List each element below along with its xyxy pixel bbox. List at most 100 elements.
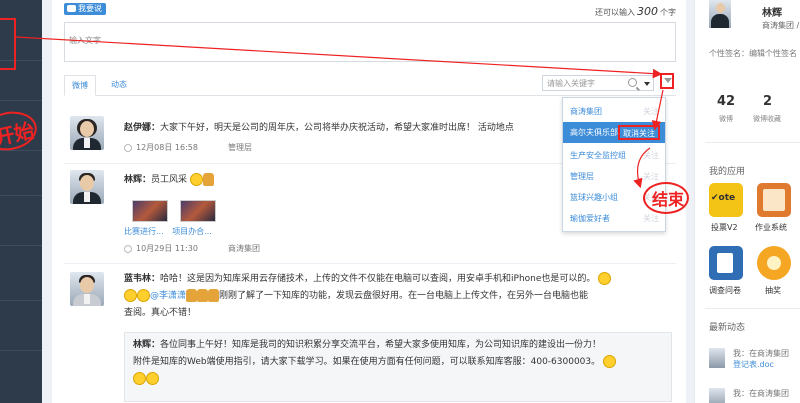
smile-emoji-icon: [124, 289, 137, 302]
feed-line: 蓝韦林：哈哈！这是因为知库采用云存储技术，上传的文件不仅能在电脑可以查阅，用安卓…: [124, 271, 666, 288]
feed-source[interactable]: 管理层: [228, 143, 252, 152]
photo-caption[interactable]: 项目办合...: [172, 227, 212, 236]
search-icon[interactable]: [628, 78, 637, 87]
dropdown-item[interactable]: 生产安全监控组 关注: [563, 145, 665, 166]
avatar-shirt: [84, 294, 90, 304]
survey-icon-page: [717, 253, 733, 273]
quote-author[interactable]: 林辉：: [133, 340, 160, 350]
feed-text: 员工风采: [151, 175, 188, 185]
search-input[interactable]: 请输入关键字: [542, 75, 654, 91]
news-link[interactable]: 登记表.doc: [733, 359, 789, 370]
follow-button[interactable]: 关注: [643, 101, 659, 122]
feed-meta: 10月29日 11:30 商涛集团: [124, 243, 260, 254]
quote-line: 林辉：各位同事上午好！知库是我司的知识积累分享交流平台，希望大家多使用知库，为公…: [133, 337, 663, 354]
filter-button[interactable]: [660, 73, 674, 89]
news-title: 最新动态: [709, 323, 746, 333]
app-label: 调查问卷: [709, 286, 741, 295]
avatar[interactable]: [70, 272, 104, 306]
avatar[interactable]: [709, 388, 725, 403]
avatar-face: [716, 3, 725, 13]
feed-content: 蓝韦林：哈哈！这是因为知库采用云存储技术，上传的文件不仅能在电脑可以查阅，用安卓…: [124, 271, 666, 322]
divider: [705, 308, 800, 309]
remaining-prefix: 还可以输入: [595, 8, 635, 17]
smile-emoji-icon: [137, 289, 150, 302]
homework-icon[interactable]: [757, 183, 791, 217]
avatar[interactable]: [70, 170, 104, 204]
photo-thumbnail[interactable]: [132, 200, 168, 222]
homework-icon-page: [763, 189, 785, 211]
avatar[interactable]: [709, 348, 725, 368]
profile-avatar[interactable]: [709, 0, 731, 28]
stat-value[interactable]: 2: [763, 94, 772, 109]
quote-line: 附件是知库的Web端使用指引，请大家下载学习。如果在使用方面有任何问题，可以联系…: [133, 354, 663, 371]
smile-emoji-icon: [133, 372, 146, 385]
lottery-icon-center: [767, 256, 781, 270]
follow-button[interactable]: 关注: [643, 145, 659, 166]
thumbs-up-icon: [197, 289, 209, 302]
profile-name[interactable]: 林辉: [762, 4, 782, 19]
feed-author[interactable]: 赵伊娜：: [124, 123, 160, 133]
search-placeholder: 请输入关键字: [547, 79, 595, 88]
vote-icon-mark: ✔ote: [711, 193, 736, 203]
dropdown-item[interactable]: 管理层 关注: [563, 166, 665, 187]
post-textarea[interactable]: 输入文字: [64, 22, 676, 62]
feed-item: 蓝韦林：哈哈！这是因为知库采用云存储技术，上传的文件不仅能在电脑可以查阅，用安卓…: [64, 264, 676, 403]
sidebar-divider: [0, 350, 42, 351]
vote-icon[interactable]: ✔ote: [709, 183, 743, 217]
profile-signature[interactable]: 个性签名：编辑个性签名: [709, 48, 797, 59]
dropdown-item-label: 生产安全监控组: [570, 151, 626, 160]
dropdown-item-label: 高尔夫俱乐部: [570, 128, 618, 137]
stat-label: 微博收藏: [753, 115, 781, 123]
thumbs-up-icon: [208, 289, 220, 302]
unfollow-button[interactable]: 取消关注: [618, 125, 660, 140]
feed-text: 刚刚了解了一下知库的功能，发现云盘很好用。在一台电脑上上传文件，在另外一台电脑也…: [219, 291, 589, 301]
feed-author[interactable]: 林辉：: [124, 175, 151, 185]
dropdown-item-label: 商涛集团: [570, 107, 602, 116]
avatar-face: [80, 277, 94, 293]
feed-text: 查阅。真心不错！: [124, 308, 197, 318]
news-item[interactable]: 我：在商涛集团: [709, 388, 800, 403]
right-sidebar: 林辉 商涛集团 / 个性签名：编辑个性签名 42 微博 2 微博收藏 我的应用 …: [694, 0, 800, 403]
tab-weibo[interactable]: 微博: [64, 75, 96, 96]
avatar-body: [711, 14, 729, 28]
feed-date: 10月29日 11:30: [136, 244, 198, 253]
end-annotation: 结束: [652, 190, 685, 209]
photo-thumbnail[interactable]: [180, 200, 216, 222]
tab-dongtai[interactable]: 动态: [104, 75, 134, 96]
app-label: 作业系统: [755, 223, 787, 232]
news-item[interactable]: 我：在商涛集团 登记表.doc: [709, 348, 800, 374]
survey-icon[interactable]: [709, 246, 743, 280]
stat-value[interactable]: 42: [717, 94, 735, 109]
smile-emoji-icon: [189, 173, 203, 186]
composer-header: 我要说 还可以输入 300 个字: [64, 3, 676, 18]
app-label: 抽奖: [765, 286, 781, 295]
news-text: 我：在商涛集团 登记表.doc: [733, 348, 789, 370]
remaining-suffix: 个字: [660, 8, 676, 17]
news-text: 我：在商涛集团: [733, 388, 789, 399]
post-placeholder: 输入文字: [69, 36, 101, 45]
lottery-icon[interactable]: [757, 246, 791, 280]
avatar[interactable]: [70, 116, 104, 150]
photo-caption[interactable]: 比赛进行...: [124, 227, 164, 236]
apps-title: 我的应用: [709, 167, 746, 177]
quoted-post[interactable]: 林辉：各位同事上午好！知库是我司的知识积累分享交流平台，希望大家多使用知库，为公…: [124, 332, 672, 402]
feed-source[interactable]: 商涛集团: [228, 244, 260, 253]
feed-line: @李潇潇 刚刚了解了一下知库的功能，发现云盘很好用。在一台电脑上上传文件，在另外一…: [124, 288, 666, 305]
user-mention[interactable]: @李潇潇: [150, 291, 186, 301]
dropdown-item[interactable]: 商涛集团 关注: [563, 101, 665, 122]
speech-bubble-icon: [67, 5, 76, 12]
chevron-down-icon[interactable]: [644, 82, 650, 86]
thumbs-up-icon: [186, 289, 198, 302]
avatar-shirt: [84, 192, 90, 202]
sidebar-divider: [0, 100, 42, 101]
dropdown-item[interactable]: 高尔夫俱乐部 取消关注: [563, 122, 665, 143]
feed-text: 哈哈！这是因为知库采用云存储技术，上传的文件不仅能在电脑可以查阅，用安卓手机和i…: [160, 274, 596, 284]
remaining-count: 还可以输入 300 个字: [595, 5, 676, 18]
profile-org[interactable]: 商涛集团 /: [762, 20, 799, 31]
quote-text: 附件是知库的Web端使用指引，请大家下载学习。如果在使用方面有任何问题，可以联系…: [133, 357, 601, 367]
feed-author[interactable]: 蓝韦林：: [124, 274, 160, 284]
clock-icon: [124, 143, 132, 152]
filter-icon: [664, 78, 672, 83]
smile-emoji-icon: [598, 272, 612, 285]
dropdown-item[interactable]: 瑜伽爱好者 关注: [563, 208, 665, 229]
